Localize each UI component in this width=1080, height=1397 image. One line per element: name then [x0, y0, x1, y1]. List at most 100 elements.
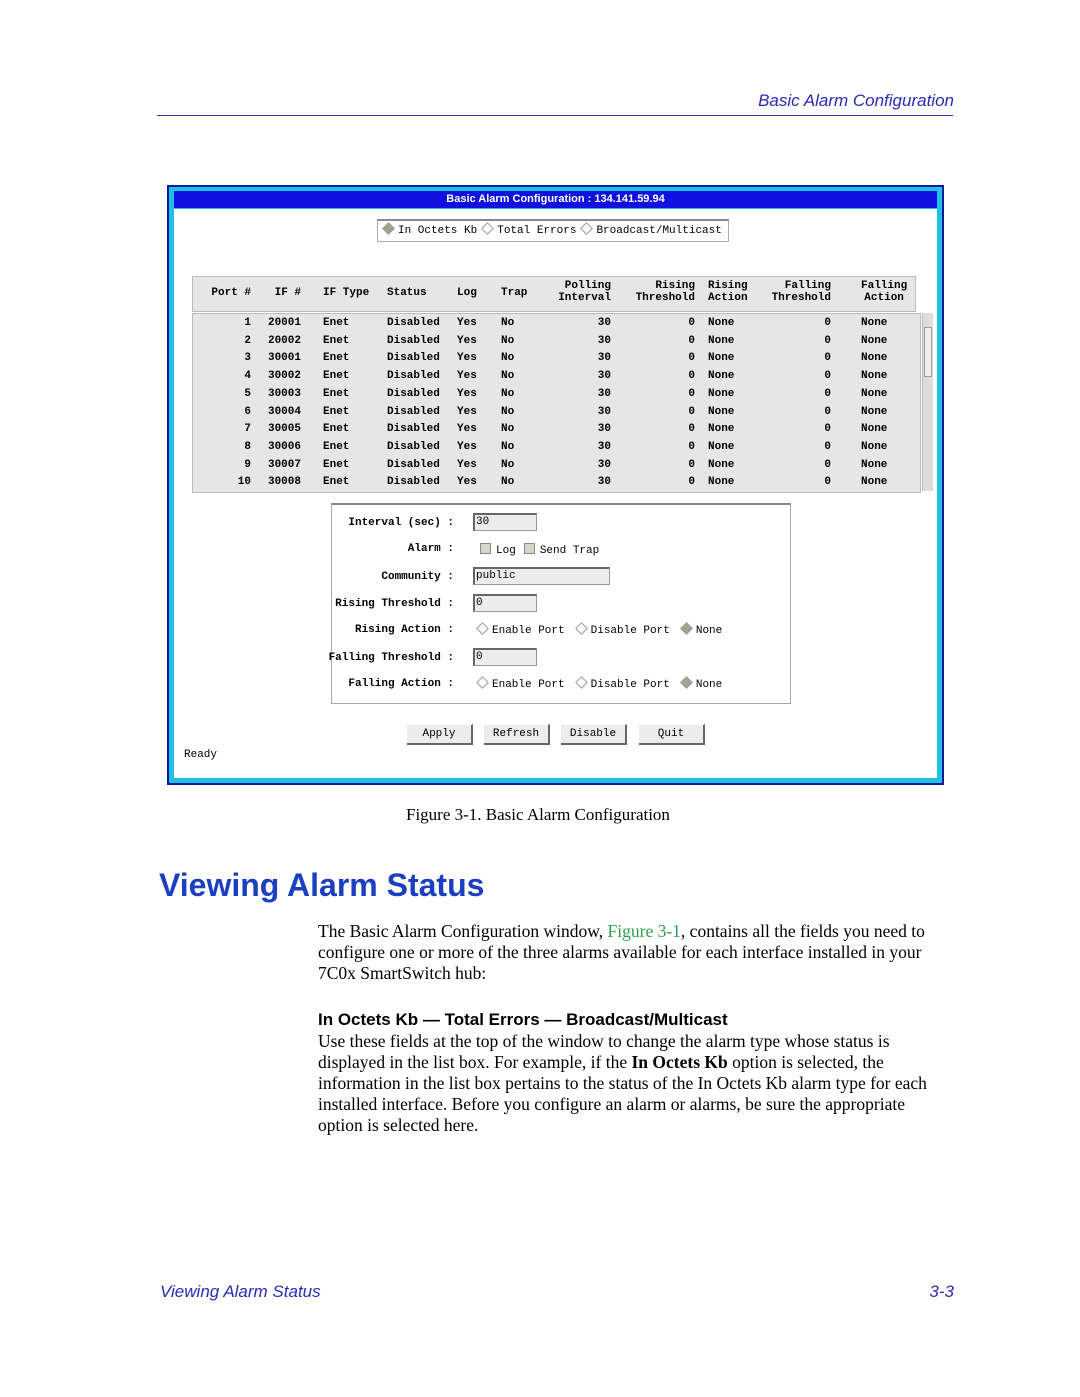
log-checkbox[interactable] [480, 543, 491, 554]
table-cell: No [501, 476, 515, 489]
table-cell: 30 [597, 352, 611, 365]
table-cell: Enet [323, 334, 350, 347]
paragraph-alarm-type: Use these fields at the top of the windo… [318, 1031, 954, 1136]
section-title: Viewing Alarm Status [159, 867, 485, 903]
table-cell: 30 [597, 387, 611, 400]
action-radio[interactable] [476, 622, 489, 635]
alarm-type-radio-group: In Octets Kb Total Errors Broadcast/Multic… [377, 219, 729, 242]
table-cell: 2 [244, 334, 251, 347]
table-cell: Yes [457, 423, 477, 436]
table-cell: 0 [824, 458, 831, 471]
alarm-checkboxes: Log Send Trap [472, 543, 599, 557]
text: The Basic Alarm Configuration window, [318, 921, 608, 941]
action-radio[interactable] [679, 622, 693, 635]
action-radio[interactable] [679, 676, 693, 689]
column-header: IF Type [323, 287, 370, 299]
table-cell: None [861, 458, 888, 471]
action-option-label: Disable Port [590, 679, 670, 691]
table-cell: Disabled [387, 440, 440, 453]
footer-title: Viewing Alarm Status [160, 1282, 321, 1301]
table-row[interactable]: 9 30007 Enet Disabled Yes No 30 0 None 0 None [193, 459, 915, 473]
action-radio[interactable] [574, 622, 588, 635]
table-row[interactable]: 7 30005 Enet Disabled Yes No 30 0 None 0 None [193, 423, 915, 437]
table-cell: 9 [244, 458, 251, 471]
window-title-bar[interactable]: Basic Alarm Configuration : 134.141.59.9… [174, 191, 937, 208]
table-cell: No [501, 352, 515, 365]
interval-input[interactable]: 30 [473, 513, 537, 531]
action-radio[interactable] [574, 676, 588, 689]
column-header: IF # [274, 287, 301, 299]
alarm-label: Alarm : [407, 543, 454, 555]
table-row[interactable]: 5 30003 Enet Disabled Yes No 30 0 None 0 None [193, 388, 915, 402]
table-cell: None [861, 440, 888, 453]
table-row[interactable]: 10 30008 Enet Disabled Yes No 30 0 None 0 None [193, 476, 915, 490]
scrollbar-thumb[interactable] [924, 327, 932, 377]
column-header: Status [387, 287, 427, 299]
disable-button[interactable]: Disable [561, 724, 627, 745]
table-row[interactable]: 4 30002 Enet Disabled Yes No 30 0 None 0 None [193, 370, 915, 384]
action-option-label: Disable Port [590, 625, 670, 637]
rising-threshold-input[interactable]: 0 [473, 594, 537, 612]
table-cell: Yes [457, 334, 477, 347]
paragraph-intro: The Basic Alarm Configuration window, Fi… [318, 921, 954, 984]
table-cell: 0 [688, 440, 695, 453]
vertical-scrollbar[interactable] [922, 313, 933, 491]
table-row[interactable]: 8 30006 Enet Disabled Yes No 30 0 None 0 None [193, 441, 915, 455]
table-cell: 30007 [267, 458, 301, 471]
table-cell: 0 [688, 370, 695, 383]
falling-threshold-input[interactable]: 0 [473, 648, 537, 666]
table-cell: 0 [688, 352, 695, 365]
table-cell: Yes [457, 387, 477, 400]
table-row[interactable]: 1 20001 Enet Disabled Yes No 30 0 None 0 None [193, 317, 915, 331]
table-cell: 30004 [267, 405, 301, 418]
interval-label: Interval (sec) : [348, 517, 454, 529]
table-cell: Disabled [387, 476, 440, 489]
alarm-type-radio[interactable] [580, 222, 594, 235]
quit-button[interactable]: Quit [639, 724, 705, 745]
table-cell: 0 [688, 387, 695, 400]
table-cell: None [708, 334, 735, 347]
community-input[interactable]: public [473, 567, 610, 585]
column-header: Falling Threshold [771, 280, 831, 304]
alarm-type-label: In Octets Kb [398, 225, 478, 237]
table-cell: 0 [824, 334, 831, 347]
falling-action-radio-group: Enable Port Disable Port None [472, 676, 728, 691]
status-text: Ready [184, 749, 218, 761]
table-cell: None [861, 423, 888, 436]
table-cell: Yes [457, 352, 477, 365]
table-cell: Disabled [387, 423, 440, 436]
table-cell: 0 [688, 423, 695, 436]
alarm-type-radio[interactable] [481, 222, 495, 235]
table-cell: No [501, 405, 515, 418]
table-cell: Disabled [387, 405, 440, 418]
table-row[interactable]: 2 20002 Enet Disabled Yes No 30 0 None 0 None [193, 335, 915, 349]
table-cell: Disabled [387, 352, 440, 365]
send-trap-checkbox[interactable] [523, 543, 535, 554]
action-option-label: None [695, 679, 723, 691]
action-radio[interactable] [476, 676, 489, 689]
alarm-type-radio[interactable] [382, 222, 395, 235]
table-cell: Enet [323, 476, 350, 489]
apply-button[interactable]: Apply [407, 724, 473, 745]
table-cell: 30 [597, 370, 611, 383]
bold-term: In Octets Kb [631, 1052, 728, 1072]
table-cell: 0 [688, 334, 695, 347]
table-cell: 0 [824, 476, 831, 489]
table-cell: 4 [244, 370, 251, 383]
running-header: Basic Alarm Configuration [758, 91, 954, 110]
figure-link[interactable]: Figure 3-1 [608, 921, 681, 941]
table-cell: Enet [323, 317, 350, 329]
table-row[interactable]: 3 30001 Enet Disabled Yes No 30 0 None 0 None [193, 352, 915, 366]
table-cell: Yes [457, 317, 477, 329]
table-cell: Enet [323, 387, 350, 400]
alarm-list-box[interactable]: 1 20001 Enet Disabled Yes No 30 0 None 0 None 2 2000… [192, 313, 921, 493]
table-cell: Disabled [387, 370, 440, 383]
refresh-button[interactable]: Refresh [484, 724, 550, 745]
table-cell: 0 [824, 370, 831, 383]
log-label: Log [496, 545, 516, 557]
table-cell: 0 [824, 440, 831, 453]
table-cell: None [708, 387, 735, 400]
table-row[interactable]: 6 30004 Enet Disabled Yes No 30 0 None 0 None [193, 406, 915, 420]
rising-action-radio-group: Enable Port Disable Port None [472, 622, 728, 637]
table-cell: No [501, 370, 515, 383]
